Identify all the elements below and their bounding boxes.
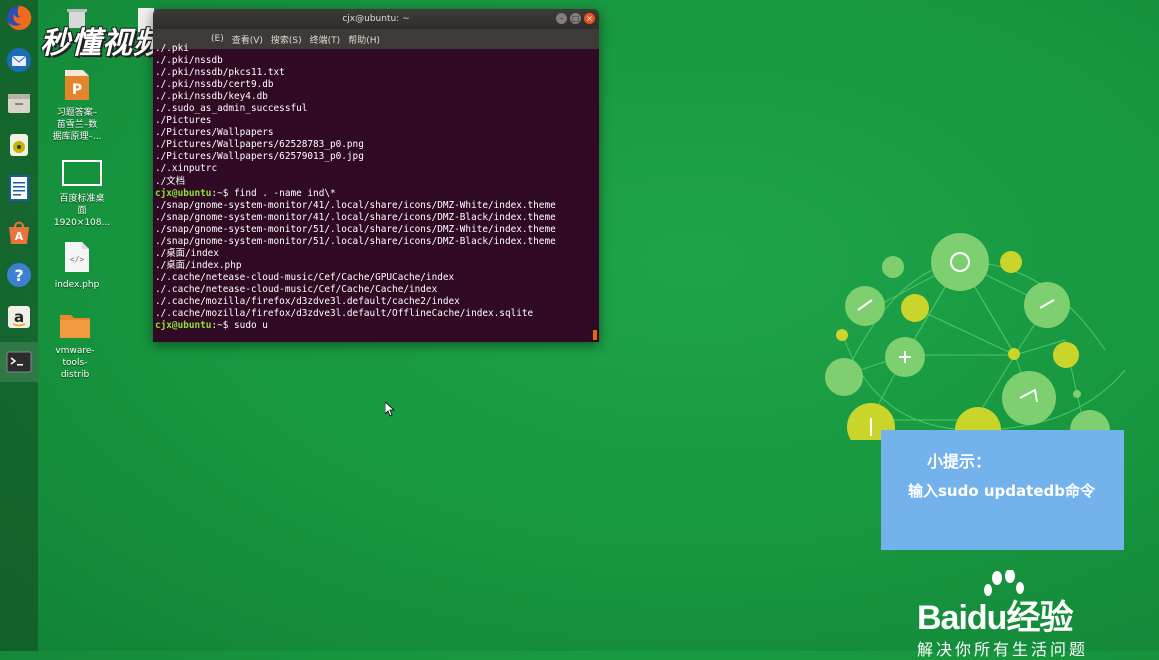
terminal-line: ./Pictures/Wallpapers — [155, 127, 597, 139]
terminal-line: ./Pictures — [155, 115, 597, 127]
tip-box: 小提示： 输入sudo updatedb命令 — [881, 430, 1124, 550]
terminal-line: ./.cache/mozilla/firefox/d3zdve3l.defaul… — [155, 308, 597, 320]
terminal-line: ./桌面/index.php — [155, 260, 597, 272]
close-button[interactable]: × — [584, 13, 595, 24]
terminal-icon[interactable] — [0, 342, 38, 382]
terminal-prompt: cjx@ubuntu — [155, 187, 212, 199]
svg-text:a: a — [14, 308, 24, 326]
terminal-line: ./.pki/nssdb/pkcs11.txt — [155, 67, 597, 79]
mouse-pointer-icon — [384, 401, 396, 421]
terminal-line: ./.pki/nssdb — [155, 55, 597, 67]
terminal-text: ./snap/gnome-system-monitor/41/.local/sh… — [155, 211, 556, 223]
menu-terminal[interactable]: 终端(T) — [310, 33, 341, 46]
terminal-output[interactable]: ./.pki ./.pki/nssdb ./.pki/nssdb/pkcs11.tx… — [153, 42, 599, 333]
terminal-line: ./.pki/nssdb/key4.db — [155, 91, 597, 103]
terminal-text: ./.cache/netease-cloud-music/Cef/Cache/G… — [155, 271, 455, 283]
terminal-text: ./桌面/index.php — [155, 259, 242, 271]
terminal-text: ./snap/gnome-system-monitor/51/.local/sh… — [155, 223, 556, 235]
terminal-text: ./snap/gnome-system-monitor/51/.local/sh… — [155, 235, 556, 247]
baidu-slogan: 解决你所有生活问题 — [917, 640, 1089, 659]
terminal-line: ./Pictures/Wallpapers/62528783_p0.png — [155, 139, 597, 151]
terminal-text: :~$ sudo u — [211, 320, 268, 332]
terminal-line: ./.cache/netease-cloud-music/Cef/Cache/G… — [155, 272, 597, 284]
terminal-text: ./.cache/netease-cloud-music/Cef/Cache/C… — [155, 283, 438, 295]
desktop-icon-label: 习题答案– 苗雪兰–数 据库原理–... — [52, 108, 102, 142]
rhythmbox-icon[interactable] — [3, 129, 35, 161]
folder-icon — [42, 312, 108, 342]
image-file-icon — [49, 160, 115, 190]
desktop-icon-label: 百度标准桌面 1920×108... — [53, 194, 111, 228]
thunderbird-icon[interactable] — [3, 44, 35, 76]
desktop-icon-vmware-tools[interactable]: vmware-tools-distrib — [42, 312, 108, 381]
menu-view[interactable]: 查看(V) — [232, 33, 263, 46]
terminal-text: ./snap/gnome-system-monitor/41/.local/sh… — [155, 199, 556, 211]
maximize-button[interactable]: □ — [570, 13, 581, 24]
minimize-button[interactable]: – — [556, 13, 567, 24]
amazon-icon[interactable]: a — [3, 301, 35, 333]
svg-text:</>: </> — [70, 255, 85, 264]
terminal-text: ./.cache/mozilla/firefox/d3zdve3l.defaul… — [155, 308, 534, 320]
svg-text:?: ? — [14, 266, 23, 285]
terminal-titlebar[interactable]: cjx@ubuntu: ~ – □ × — [153, 9, 599, 29]
terminal-line: ./桌面/index — [155, 248, 597, 260]
terminal-text: ./.xinputrc — [155, 163, 218, 175]
terminal-text: ./桌面/index — [155, 247, 219, 259]
files-icon[interactable] — [3, 87, 35, 119]
terminal-line: cjx@ubuntu:~$ sudo u — [155, 320, 597, 332]
terminal-line: cjx@ubuntu:~$ find . -name ind\* — [155, 188, 597, 200]
terminal-text: :~$ find . -name ind\* — [211, 187, 336, 199]
terminal-line: ./Pictures/Wallpapers/62579013_p0.jpg — [155, 151, 597, 163]
terminal-text: ./Pictures/Wallpapers/62528783_p0.png — [155, 139, 364, 151]
terminal-text: ./文档 — [155, 175, 186, 187]
terminal-line: ./.pki/nssdb/cert9.db — [155, 79, 597, 91]
terminal-text: ./Pictures/Wallpapers — [155, 127, 274, 139]
help-icon[interactable]: ? — [3, 259, 35, 291]
software-center-icon[interactable]: A — [3, 216, 35, 248]
terminal-text: ./.pki/nssdb/key4.db — [155, 91, 268, 103]
desktop-icon-label: vmware-tools-distrib — [55, 346, 95, 380]
terminal-line: ./snap/gnome-system-monitor/41/.local/sh… — [155, 200, 597, 212]
terminal-line: ./.cache/mozilla/firefox/d3zdve3l.defaul… — [155, 296, 597, 308]
firefox-icon[interactable] — [3, 2, 35, 34]
svg-text:P: P — [72, 82, 82, 98]
menu-edit[interactable]: (E) — [211, 34, 224, 44]
terminal-text: ./.sudo_as_admin_successful — [155, 103, 308, 115]
terminal-text: ./.cache/mozilla/firefox/d3zdve3l.defaul… — [155, 295, 460, 307]
desktop-icon-label: index.php — [54, 280, 100, 290]
decorative-network-graphic — [825, 233, 1126, 440]
terminal-text: ./.pki/nssdb/cert9.db — [155, 79, 274, 91]
terminal-text: ./.pki/nssdb/pkcs11.txt — [155, 67, 285, 79]
terminal-line: ./snap/gnome-system-monitor/51/.local/sh… — [155, 236, 597, 248]
launcher: A ? a — [0, 0, 38, 651]
terminal-line: ./.xinputrc — [155, 163, 597, 175]
svg-text:A: A — [15, 230, 24, 243]
video-watermark: 秒懂视频 — [40, 26, 164, 61]
tip-text: 输入sudo updatedb命令 — [908, 482, 1095, 500]
terminal-text: ./.pki/nssdb — [155, 55, 223, 67]
terminal-line: ./snap/gnome-system-monitor/51/.local/sh… — [155, 224, 597, 236]
terminal-line: ./.sudo_as_admin_successful — [155, 103, 597, 115]
text-cursor — [593, 330, 597, 340]
menu-help[interactable]: 帮助(H) — [348, 33, 380, 46]
writer-icon[interactable] — [3, 172, 35, 204]
baidu-logo: Baidu经验 — [917, 599, 1073, 637]
terminal-line: ./文档 — [155, 176, 597, 188]
ppt-file-icon: P — [44, 70, 110, 104]
menu-search[interactable]: 搜索(S) — [271, 33, 302, 46]
code-file-icon: </> — [44, 242, 110, 276]
terminal-title: cjx@ubuntu: ~ — [342, 14, 410, 24]
terminal-line: ./snap/gnome-system-monitor/41/.local/sh… — [155, 212, 597, 224]
desktop-icon-wallpaper[interactable]: 百度标准桌面 1920×108... — [49, 160, 115, 229]
terminal-text: ./Pictures — [155, 115, 212, 127]
terminal-line: ./.cache/netease-cloud-music/Cef/Cache/C… — [155, 284, 597, 296]
desktop-icon-ppt[interactable]: P 习题答案– 苗雪兰–数 据库原理–... — [44, 70, 110, 143]
terminal-prompt: cjx@ubuntu — [155, 320, 212, 332]
desktop-icon-index-php[interactable]: </> index.php — [44, 242, 110, 291]
terminal-text: ./Pictures/Wallpapers/62579013_p0.jpg — [155, 151, 364, 163]
terminal-text: ./.pki — [155, 43, 189, 54]
terminal-window[interactable]: cjx@ubuntu: ~ – □ × (E) 查看(V) 搜索(S) 终端(T… — [153, 9, 599, 342]
tip-title: 小提示： — [927, 452, 992, 471]
